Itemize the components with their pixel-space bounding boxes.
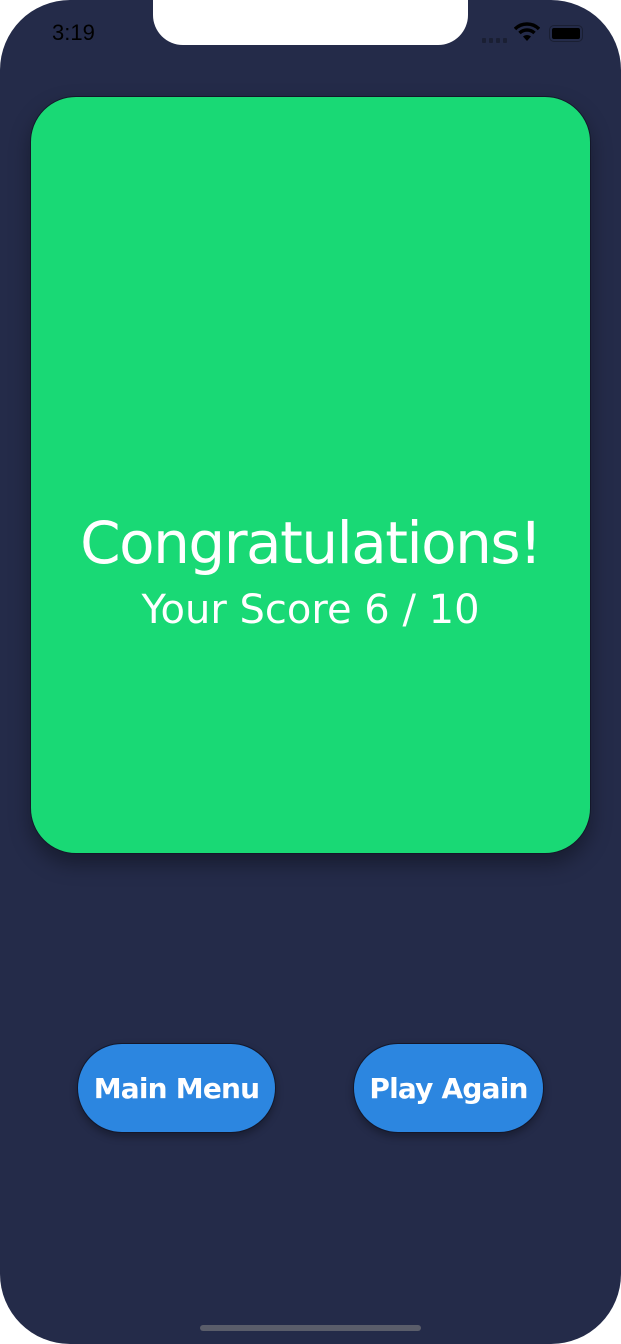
signal-icon: [482, 38, 507, 43]
result-card: Congratulations! Your Score 6 / 10: [30, 96, 591, 854]
status-time: 3:19: [52, 20, 95, 45]
notch: [153, 0, 468, 45]
congratulations-title: Congratulations!: [80, 509, 542, 577]
wifi-icon: [514, 22, 540, 41]
play-again-button[interactable]: Play Again: [353, 1043, 544, 1133]
main-menu-button[interactable]: Main Menu: [77, 1043, 276, 1133]
app-screen: 3:19 Congratulations! Your Score 6 / 10 …: [0, 0, 621, 1344]
home-indicator[interactable]: [200, 1325, 421, 1331]
score-text: Your Score 6 / 10: [141, 587, 480, 633]
battery-icon: [549, 25, 583, 42]
